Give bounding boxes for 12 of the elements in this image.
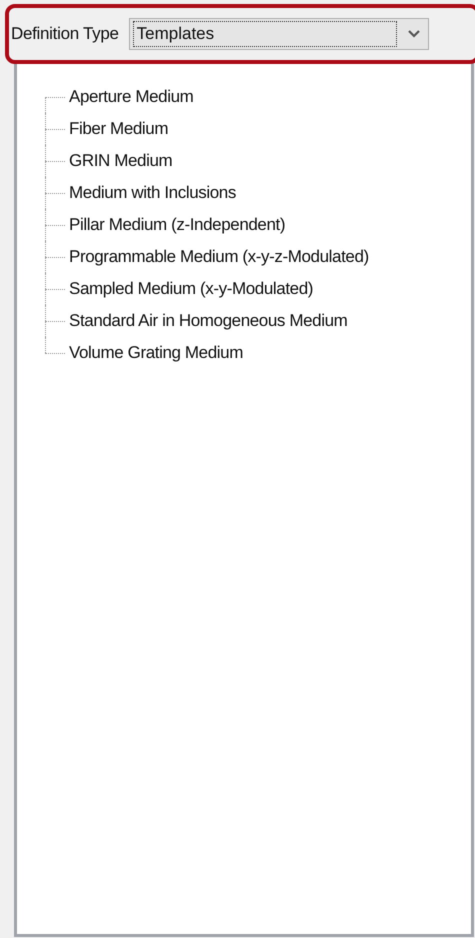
definition-type-label: Definition Type — [11, 23, 119, 46]
tree-item[interactable]: Programmable Medium (x-y-z-Modulated) — [69, 244, 369, 270]
tree-item[interactable]: Fiber Medium — [69, 116, 168, 142]
tree-item[interactable]: Medium with Inclusions — [69, 180, 236, 206]
tree-item[interactable]: Sampled Medium (x-y-Modulated) — [69, 276, 314, 302]
tree-item[interactable]: Pillar Medium (z-Independent) — [69, 212, 286, 238]
definition-type-dropdown[interactable]: Templates — [128, 18, 429, 50]
tree-item[interactable]: Aperture Medium — [69, 84, 194, 110]
tree-item[interactable]: GRIN Medium — [69, 148, 172, 174]
chevron-down-icon — [406, 29, 421, 39]
tree-item[interactable]: Standard Air in Homogeneous Medium — [69, 308, 348, 334]
tree-item[interactable]: Volume Grating Medium — [69, 340, 243, 366]
